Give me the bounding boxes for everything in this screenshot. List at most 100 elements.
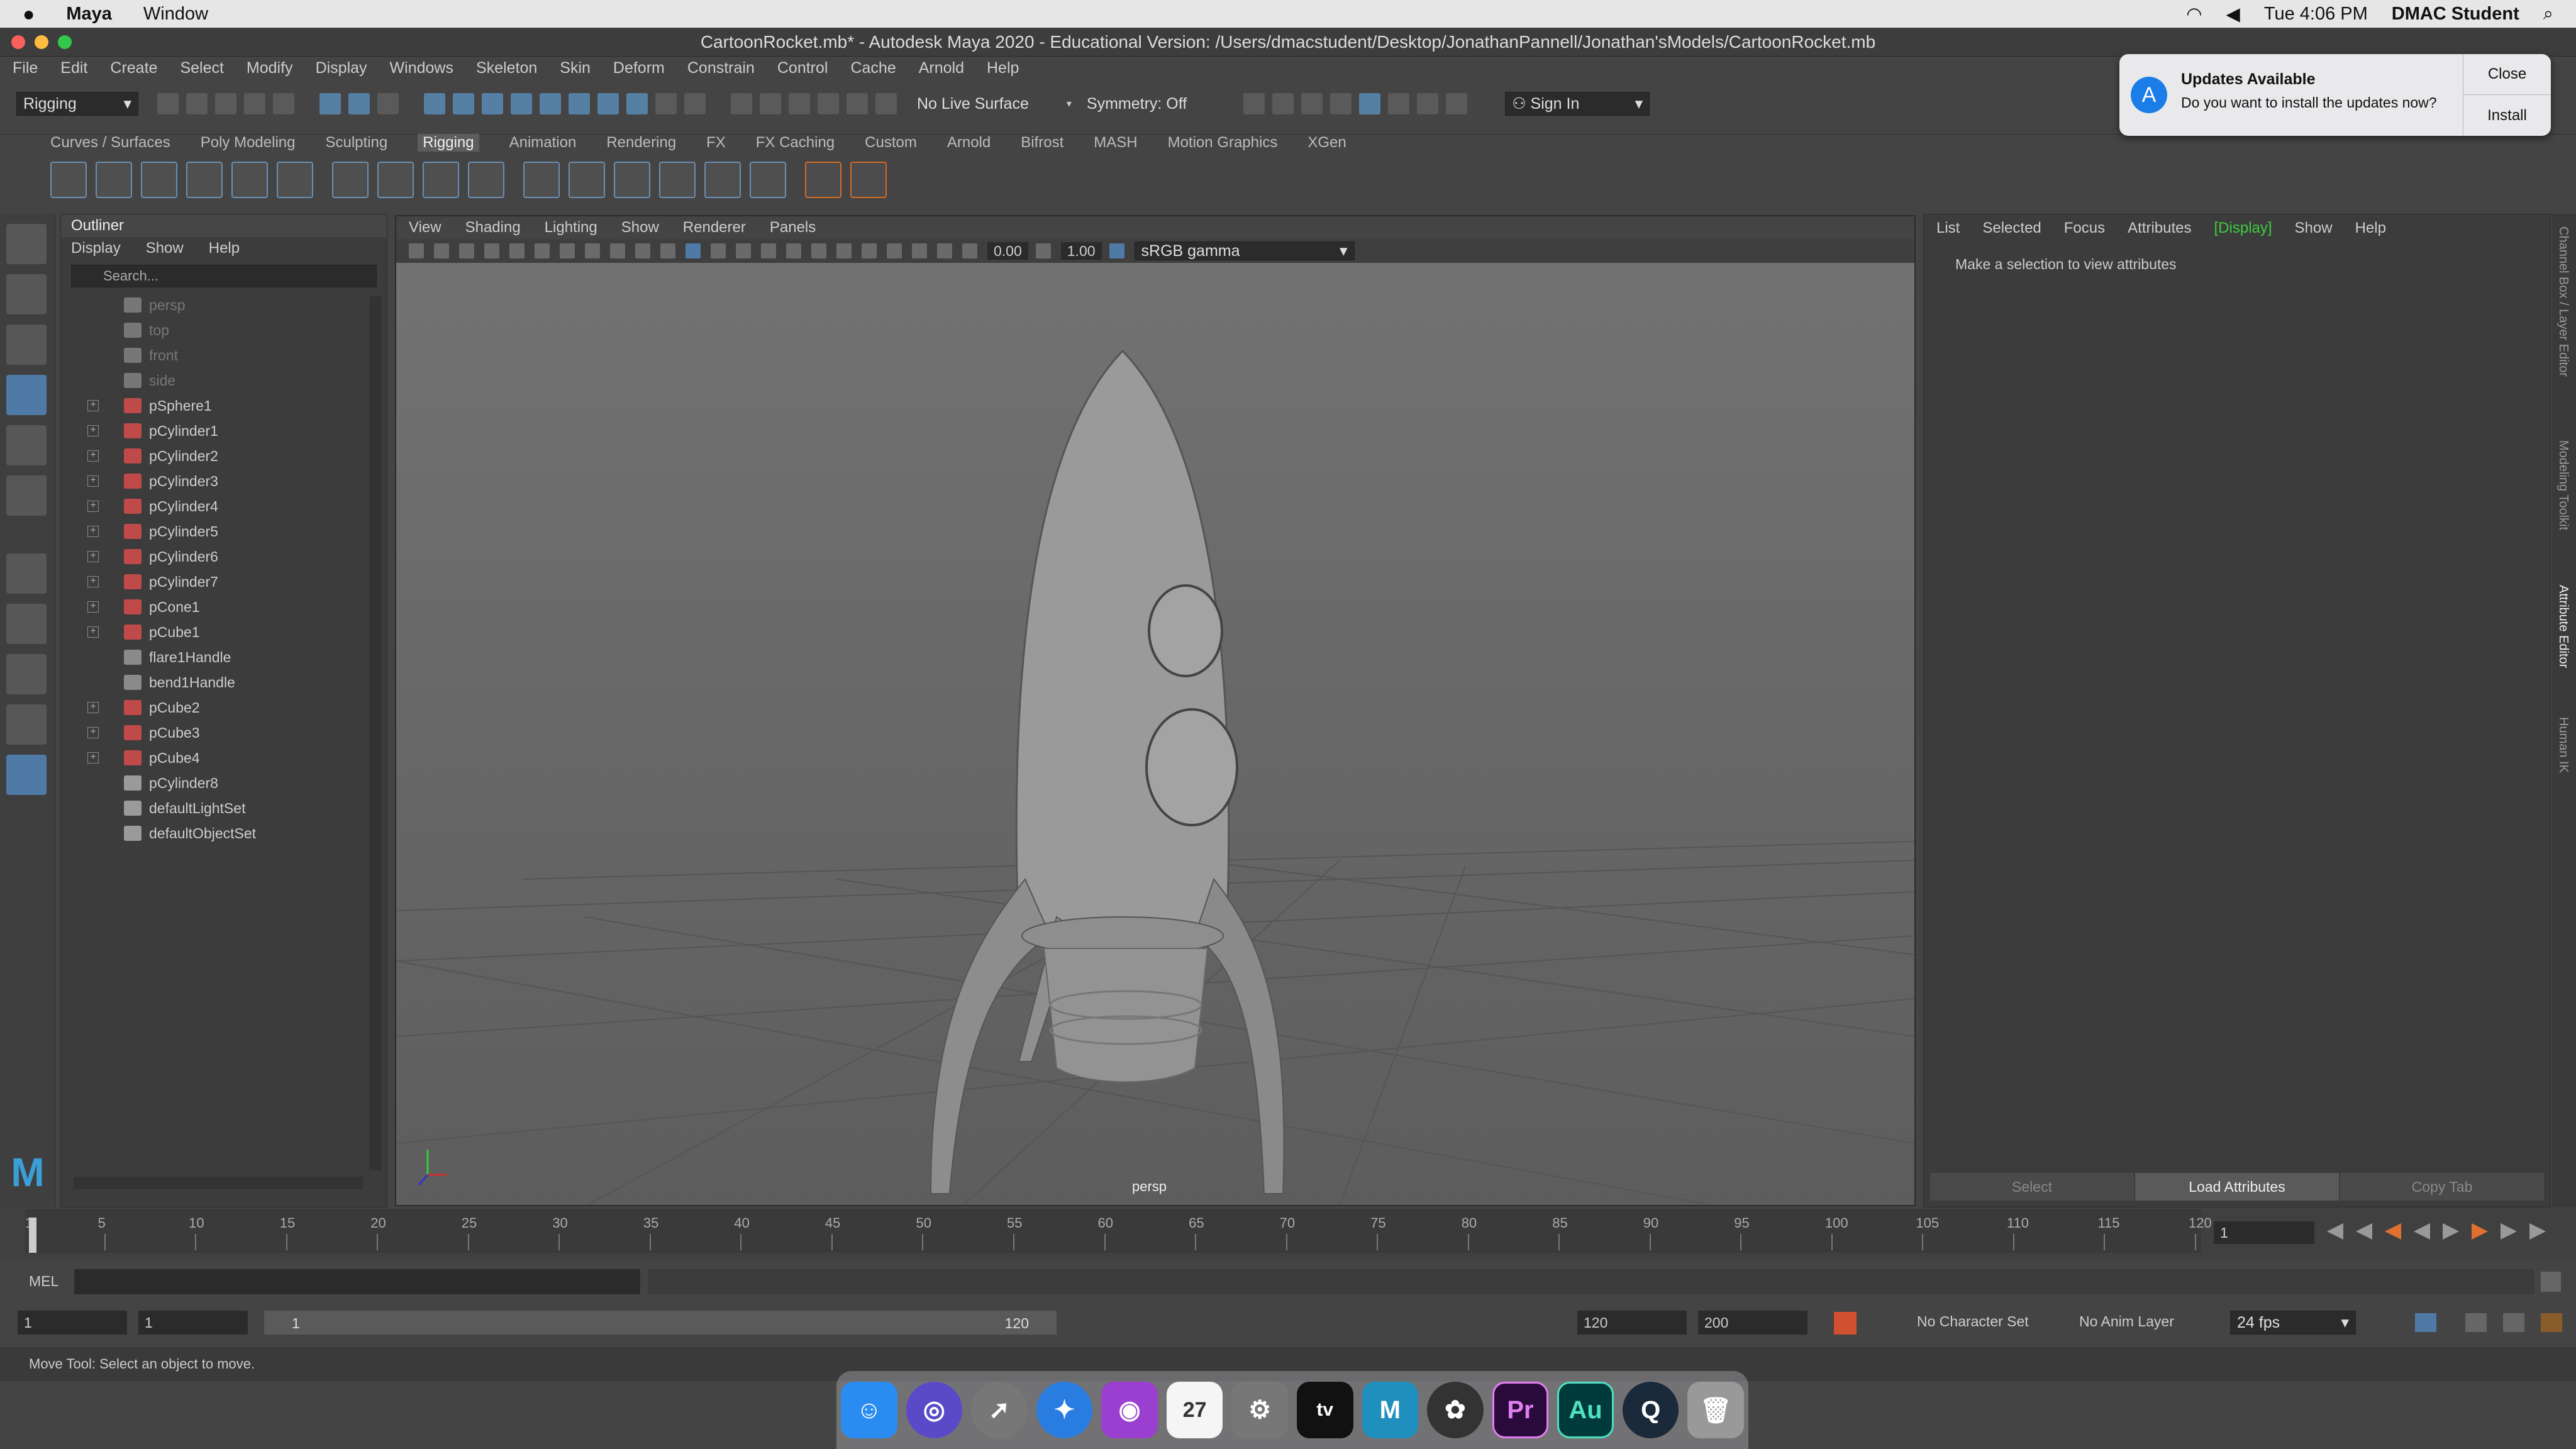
point-constraint-icon[interactable] bbox=[569, 162, 605, 198]
outliner-item-pCylinder4[interactable]: + pCylinder4 bbox=[61, 494, 387, 519]
volume-icon[interactable]: ◀ bbox=[2226, 3, 2240, 25]
menu-modify[interactable]: Modify bbox=[247, 59, 293, 77]
expand-icon[interactable]: + bbox=[87, 400, 99, 411]
script-editor-icon[interactable] bbox=[2541, 1272, 2561, 1292]
outliner-menu-show[interactable]: Show bbox=[146, 240, 184, 257]
image-plane-icon[interactable] bbox=[484, 243, 499, 258]
paint-select-tool-icon[interactable] bbox=[6, 325, 47, 365]
menu-help[interactable]: Help bbox=[987, 59, 1019, 77]
live-surface-label[interactable]: No Live Surface bbox=[917, 95, 1029, 113]
search-icon[interactable]: ⌕ bbox=[2543, 4, 2553, 25]
ik-handle-icon[interactable] bbox=[96, 162, 132, 198]
outliner-item-pCube4[interactable]: + pCube4 bbox=[61, 745, 387, 770]
wireframe-icon[interactable] bbox=[660, 243, 675, 258]
playback-end-field[interactable]: 120 bbox=[1577, 1311, 1687, 1335]
expand-icon[interactable]: + bbox=[87, 601, 99, 613]
playback-start-field[interactable]: 1 bbox=[138, 1311, 248, 1335]
shelf-tab-arnold[interactable]: Arnold bbox=[947, 134, 991, 152]
new-scene-icon[interactable] bbox=[157, 93, 179, 114]
snap-point-icon[interactable] bbox=[482, 93, 503, 114]
snap-surface-icon[interactable] bbox=[540, 93, 561, 114]
attr-menu-list[interactable]: List bbox=[1936, 219, 1960, 237]
redo-icon[interactable] bbox=[273, 93, 294, 114]
viewport-menu-view[interactable]: View bbox=[409, 219, 441, 236]
cached-playback-icon[interactable] bbox=[2503, 1313, 2524, 1332]
snap-help-icon[interactable] bbox=[626, 93, 648, 114]
outliner-item-pCube3[interactable]: + pCube3 bbox=[61, 720, 387, 745]
notification-close-button[interactable]: Close bbox=[2463, 54, 2551, 95]
magnet-icon[interactable] bbox=[684, 93, 706, 114]
viewport-menu-show[interactable]: Show bbox=[621, 219, 659, 236]
render-settings-icon[interactable] bbox=[1330, 93, 1352, 114]
animation-end-field[interactable]: 200 bbox=[1698, 1311, 1807, 1335]
outliner-item-bend1Handle[interactable]: bend1Handle bbox=[61, 670, 387, 695]
outliner-menu-display[interactable]: Display bbox=[71, 240, 121, 257]
menu-create[interactable]: Create bbox=[110, 59, 157, 77]
lights-icon[interactable] bbox=[761, 243, 776, 258]
wifi-icon[interactable]: ◠ bbox=[2186, 3, 2202, 25]
menubar-user[interactable]: DMAC Student bbox=[2392, 4, 2519, 25]
siri-icon[interactable]: ◎ bbox=[906, 1382, 963, 1438]
shelf-tab-xgen[interactable]: XGen bbox=[1307, 134, 1346, 152]
expand-icon[interactable]: + bbox=[87, 526, 99, 537]
save-scene-icon[interactable] bbox=[215, 93, 236, 114]
sound-icon[interactable] bbox=[2465, 1313, 2487, 1332]
outliner-item-side[interactable]: side bbox=[61, 368, 387, 393]
side-tab-modeling-toolkit[interactable]: Modeling Toolkit bbox=[2556, 440, 2570, 530]
play-backward-icon[interactable] bbox=[2414, 1223, 2430, 1240]
locator-icon[interactable] bbox=[805, 162, 841, 198]
outliner-item-defaultObjectSet[interactable]: defaultObjectSet bbox=[61, 821, 387, 846]
go-to-start-icon[interactable] bbox=[2327, 1223, 2343, 1240]
history-icon[interactable] bbox=[731, 93, 752, 114]
scale-constraint-icon[interactable] bbox=[659, 162, 696, 198]
shelf-tab-fx-caching[interactable]: FX Caching bbox=[756, 134, 835, 152]
shelf-tab-rigging[interactable]: Rigging bbox=[418, 134, 479, 152]
select-hierarchy-icon[interactable] bbox=[319, 93, 341, 114]
shelf-tab-sculpting[interactable]: Sculpting bbox=[325, 134, 387, 152]
outliner-search-input[interactable]: Search... bbox=[71, 265, 377, 287]
expand-icon[interactable]: + bbox=[87, 752, 99, 763]
construction-history-icon[interactable] bbox=[818, 93, 839, 114]
calendar-icon[interactable]: 27 bbox=[1166, 1382, 1223, 1438]
bind-skin-icon[interactable] bbox=[332, 162, 369, 198]
quicktime-icon[interactable]: Q bbox=[1622, 1382, 1679, 1438]
scale-tool-icon[interactable] bbox=[6, 475, 47, 516]
attr-menu-focus[interactable]: Focus bbox=[2064, 219, 2105, 237]
outliner-menu-help[interactable]: Help bbox=[209, 240, 240, 257]
safe-action-icon[interactable] bbox=[635, 243, 650, 258]
four-pane-layout-icon[interactable] bbox=[6, 654, 47, 694]
grid-toggle-icon[interactable] bbox=[509, 243, 525, 258]
motion-blur-icon[interactable] bbox=[836, 243, 852, 258]
notification-install-button[interactable]: Install bbox=[2463, 95, 2551, 136]
expand-icon[interactable]: + bbox=[87, 626, 99, 638]
lasso-icon[interactable] bbox=[847, 93, 868, 114]
camera-select-icon[interactable] bbox=[409, 243, 424, 258]
attr-menu-attributes[interactable]: Attributes bbox=[2128, 219, 2191, 237]
menu-cache[interactable]: Cache bbox=[850, 59, 896, 77]
outliner-item-pCylinder8[interactable]: pCylinder8 bbox=[61, 770, 387, 796]
render-frame-icon[interactable] bbox=[1272, 93, 1294, 114]
wireframe-on-shaded-icon[interactable] bbox=[711, 243, 726, 258]
outliner-hscrollbar[interactable] bbox=[74, 1177, 363, 1189]
field-chart-icon[interactable] bbox=[610, 243, 625, 258]
shelf-tab-curves[interactable]: Curves / Surfaces bbox=[50, 134, 170, 152]
bookmark-icon[interactable] bbox=[459, 243, 474, 258]
menu-deform[interactable]: Deform bbox=[613, 59, 665, 77]
system-preferences-icon[interactable]: ⚙ bbox=[1231, 1382, 1288, 1438]
outliner-item-persp[interactable]: persp bbox=[61, 292, 387, 318]
podcasts-icon[interactable]: ◉ bbox=[1101, 1382, 1158, 1438]
orient-constraint-icon[interactable] bbox=[614, 162, 650, 198]
mirror-joint-icon[interactable] bbox=[186, 162, 223, 198]
launchpad-icon[interactable]: ➚ bbox=[971, 1382, 1028, 1438]
menu-control[interactable]: Control bbox=[777, 59, 828, 77]
outliner-item-top[interactable]: top bbox=[61, 318, 387, 343]
move-tool-icon[interactable] bbox=[6, 375, 47, 415]
human-ik-icon[interactable] bbox=[231, 162, 268, 198]
current-frame-field[interactable]: 1 bbox=[2214, 1221, 2314, 1244]
aim-constraint-icon[interactable] bbox=[704, 162, 741, 198]
open-scene-icon[interactable] bbox=[186, 93, 208, 114]
expand-icon[interactable]: + bbox=[87, 727, 99, 738]
paint-select-icon[interactable] bbox=[875, 93, 897, 114]
apple-tv-icon[interactable]: tv bbox=[1296, 1382, 1353, 1438]
shadows-icon[interactable] bbox=[786, 243, 801, 258]
